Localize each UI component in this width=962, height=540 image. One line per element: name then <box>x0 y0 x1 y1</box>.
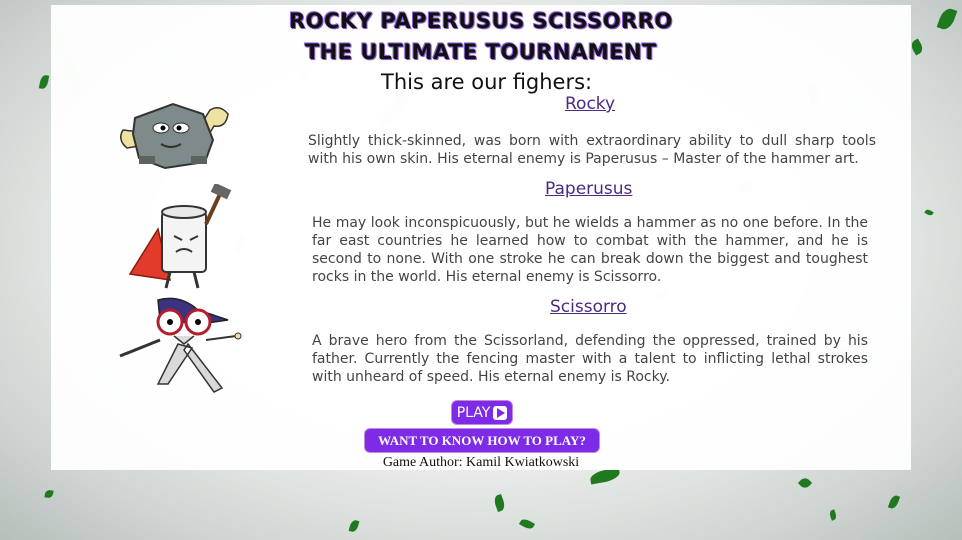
fighter-name-paperusus[interactable]: Paperusus <box>545 179 632 199</box>
how-to-play-label: WANT TO KNOW HOW TO PLAY? <box>378 432 586 448</box>
fighter-name-rocky[interactable]: Rocky <box>565 94 615 114</box>
play-button[interactable]: PLAY <box>451 400 513 425</box>
fighter-description-paperusus: He may look inconspicuously, but he wiel… <box>312 215 868 285</box>
fighter-name-scissorro[interactable]: Scissorro <box>550 297 627 317</box>
paper-fighter-icon <box>128 182 238 294</box>
fighters-subtitle: This are our fighers: <box>381 70 593 94</box>
fighter-description-scissorro: A brave hero from the Scissorland, defen… <box>312 333 868 385</box>
fighter-description-rocky: Slightly thick-skinned, was born with ex… <box>308 133 876 167</box>
scissors-fighter-icon <box>118 296 243 396</box>
page-title-line2: THE ULTIMATE TOURNAMENT <box>304 40 658 64</box>
how-to-play-button[interactable]: WANT TO KNOW HOW TO PLAY? <box>364 428 600 453</box>
page-title-line1: ROCKY PAPERUSUS SCISSORRO <box>289 9 673 33</box>
play-button-label: PLAY <box>456 404 491 421</box>
game-author: Game Author: Kamil Kwiatkowski <box>382 455 580 470</box>
rock-fighter-icon <box>115 100 235 172</box>
play-icon <box>493 405 508 420</box>
